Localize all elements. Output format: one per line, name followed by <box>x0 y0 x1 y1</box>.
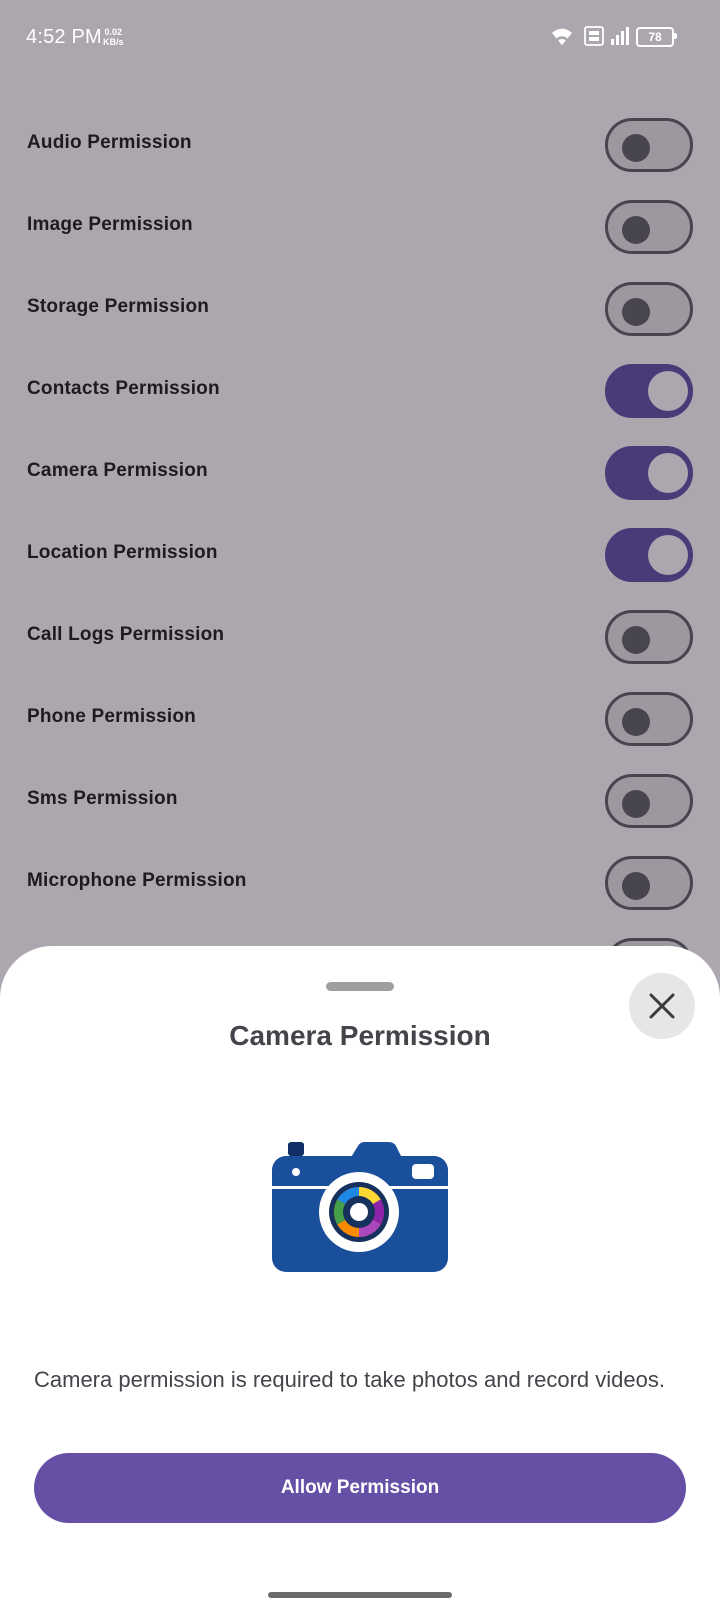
toggle-knob <box>648 371 688 411</box>
contacts-permission-toggle[interactable] <box>605 364 693 418</box>
camera-icon <box>272 1142 448 1272</box>
location-permission-toggle[interactable] <box>605 528 693 582</box>
battery-tip <box>674 33 677 39</box>
permission-row-image: Image Permission <box>0 186 720 268</box>
camera-permission-toggle[interactable] <box>605 446 693 500</box>
permission-row-sms: Sms Permission <box>0 760 720 842</box>
wifi-icon <box>552 28 572 45</box>
permission-row-call-logs: Call Logs Permission <box>0 596 720 678</box>
status-time: 4:52 PM <box>26 26 102 48</box>
permission-row-phone: Phone Permission <box>0 678 720 760</box>
call-logs-permission-toggle[interactable] <box>605 610 693 664</box>
signal-icon <box>611 27 629 45</box>
sheet-description: Camera permission is required to take ph… <box>34 1367 665 1392</box>
battery-level: 78 <box>648 30 662 44</box>
network-speed-value: 0.02 <box>104 27 123 37</box>
sms-permission-toggle[interactable] <box>605 774 693 828</box>
permission-label: Audio Permission <box>27 132 192 153</box>
toggle-knob <box>622 708 650 736</box>
image-permission-toggle[interactable] <box>605 200 693 254</box>
bottom-sheet: Camera Permission Camera permission is r… <box>0 946 720 1612</box>
toggle-knob <box>622 626 650 654</box>
permission-row-microphone: Microphone Permission <box>0 842 720 924</box>
allow-permission-button[interactable]: Allow Permission <box>34 1453 686 1523</box>
network-speed: 0.02 KB/s <box>103 27 124 47</box>
microphone-permission-toggle[interactable] <box>605 856 693 910</box>
permission-label: Sms Permission <box>27 788 178 809</box>
permission-label: Image Permission <box>27 214 193 235</box>
close-icon <box>649 993 675 1019</box>
toggle-knob <box>622 872 650 900</box>
toggle-knob <box>622 790 650 818</box>
permission-label: Microphone Permission <box>27 870 247 891</box>
drag-handle[interactable] <box>326 982 394 991</box>
permission-row-camera: Camera Permission <box>0 432 720 514</box>
permission-label: Phone Permission <box>27 706 196 727</box>
toggle-knob <box>622 134 650 162</box>
permission-row-audio: Audio Permission <box>0 104 720 186</box>
permission-row-location: Location Permission <box>0 514 720 596</box>
status-icons: 78 <box>550 26 680 50</box>
storage-permission-toggle[interactable] <box>605 282 693 336</box>
permission-label: Storage Permission <box>27 296 210 317</box>
sheet-title: Camera Permission <box>229 1020 491 1051</box>
toggle-knob <box>648 453 688 493</box>
permission-label: Call Logs Permission <box>27 624 225 645</box>
toggle-knob <box>648 535 688 575</box>
permission-row-contacts: Contacts Permission <box>0 350 720 432</box>
toggle-knob <box>622 298 650 326</box>
network-speed-unit: KB/s <box>103 37 124 47</box>
status-bar: 4:52 PM 0.02 KB/s 78 <box>0 0 720 78</box>
audio-permission-toggle[interactable] <box>605 118 693 172</box>
home-indicator[interactable] <box>268 1592 452 1598</box>
permission-label: Contacts Permission <box>27 378 220 399</box>
phone-permission-toggle[interactable] <box>605 692 693 746</box>
battery-icon: 78 <box>636 27 674 47</box>
permission-list: Audio Permission Image Permission Storag… <box>0 104 720 1006</box>
permission-label: Camera Permission <box>27 460 208 481</box>
toggle-knob <box>622 216 650 244</box>
permission-label: Location Permission <box>27 542 218 563</box>
permission-row-storage: Storage Permission <box>0 268 720 350</box>
volte-icon <box>584 26 604 46</box>
